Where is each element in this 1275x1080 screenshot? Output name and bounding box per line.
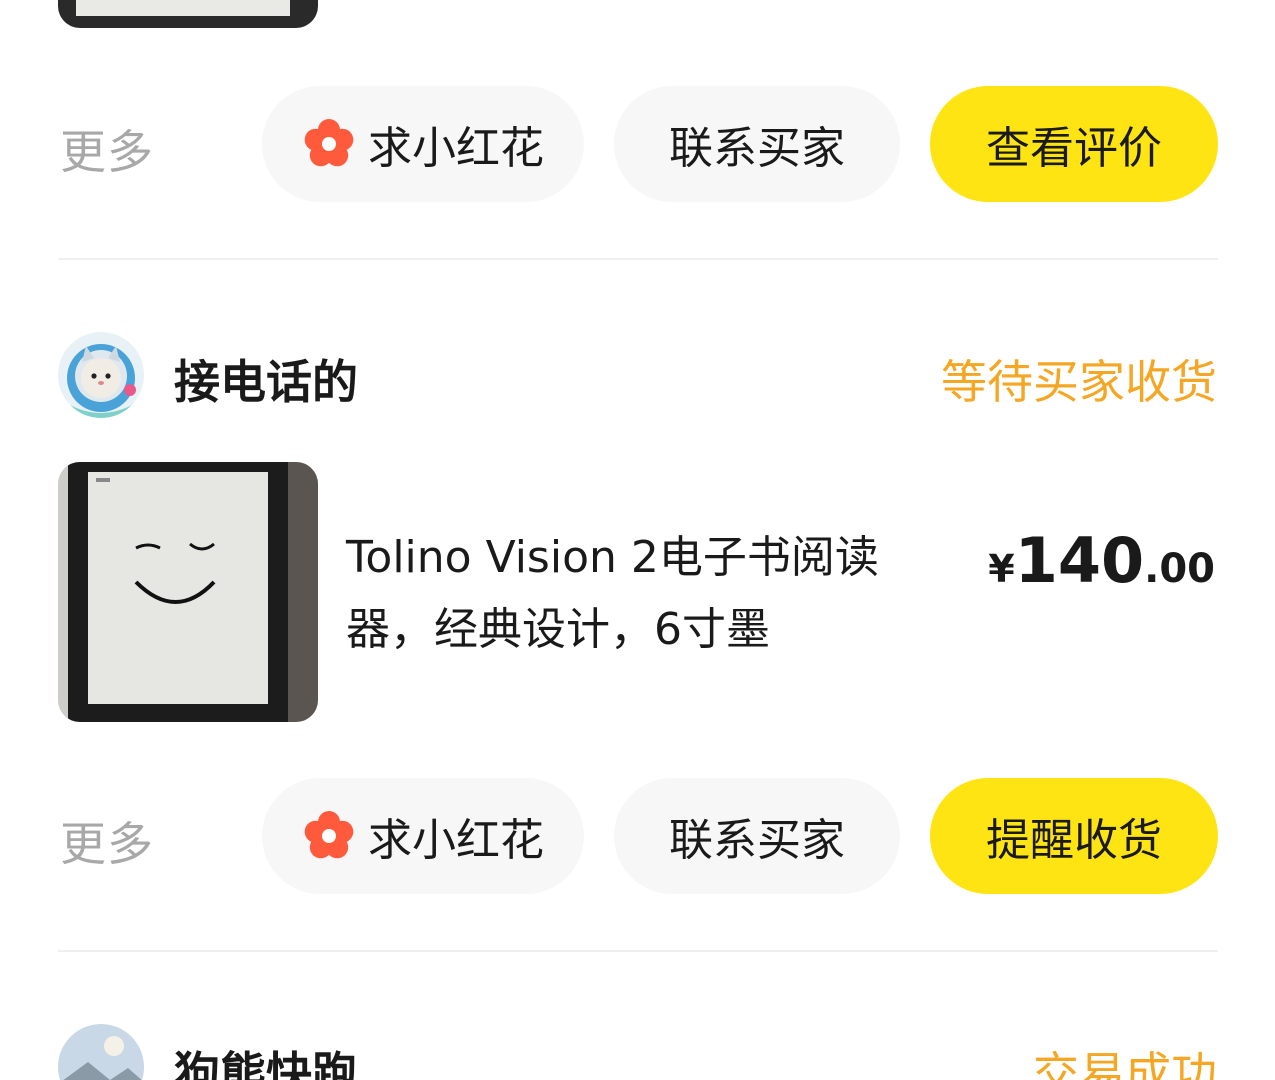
product-thumbnail[interactable] bbox=[58, 462, 318, 722]
divider bbox=[58, 258, 1218, 260]
contact-buyer-button[interactable]: 联系买家 bbox=[614, 86, 900, 202]
ask-flower-button[interactable]: 求小红花 bbox=[262, 778, 584, 894]
more-button[interactable]: 更多 bbox=[60, 116, 154, 182]
seller-name[interactable]: 接电话的 bbox=[174, 346, 358, 412]
price-decimal: .00 bbox=[1144, 546, 1215, 592]
contact-buyer-button[interactable]: 联系买家 bbox=[614, 778, 900, 894]
product-price: ¥140.00 bbox=[988, 524, 1215, 597]
order-status: 交易成功 bbox=[1033, 1047, 1217, 1080]
contact-buyer-label: 联系买家 bbox=[669, 815, 845, 866]
product-thumbnail-previous[interactable] bbox=[58, 0, 318, 28]
price-currency: ¥ bbox=[988, 547, 1015, 591]
contact-buyer-label: 联系买家 bbox=[669, 123, 845, 174]
view-review-button[interactable]: 查看评价 bbox=[930, 86, 1218, 202]
seller-name[interactable]: 狗熊快跑 bbox=[174, 1038, 358, 1080]
order-2-seller-row: 接电话的 等待买家收货 bbox=[0, 332, 1275, 422]
more-button[interactable]: 更多 bbox=[60, 808, 154, 874]
order-status: 等待买家收货 bbox=[941, 355, 1217, 409]
landscape-avatar-icon bbox=[58, 1024, 144, 1080]
flower-icon bbox=[304, 119, 354, 167]
order-1-action-row: 更多 求小红花 联系买家 查看评价 bbox=[0, 86, 1275, 202]
ask-flower-label: 求小红花 bbox=[368, 815, 544, 866]
order-2-action-row: 更多 求小红花 联系买家 提醒收货 bbox=[0, 778, 1275, 894]
ereader-photo bbox=[58, 462, 318, 722]
order-3-seller-row: 狗熊快跑 交易成功 bbox=[0, 1024, 1275, 1080]
flower-icon bbox=[304, 811, 354, 859]
cat-avatar-icon bbox=[58, 332, 144, 418]
divider bbox=[58, 950, 1218, 952]
avatar[interactable] bbox=[58, 332, 144, 418]
avatar[interactable] bbox=[58, 1024, 144, 1080]
thumbnail-screen bbox=[76, 0, 290, 16]
view-review-label: 查看评价 bbox=[986, 123, 1162, 174]
ask-flower-label: 求小红花 bbox=[368, 123, 544, 174]
remind-receipt-label: 提醒收货 bbox=[986, 815, 1162, 866]
price-integer: 140 bbox=[1014, 524, 1145, 597]
remind-receipt-button[interactable]: 提醒收货 bbox=[930, 778, 1218, 894]
ask-flower-button[interactable]: 求小红花 bbox=[262, 86, 584, 202]
order-list-page: 更多 求小红花 联系买家 查看评价 接电话的 等待买家收货 Tolino Vis… bbox=[0, 0, 1275, 1080]
product-title[interactable]: Tolino Vision 2电子书阅读器，经典设计，6寸墨 bbox=[346, 522, 946, 666]
